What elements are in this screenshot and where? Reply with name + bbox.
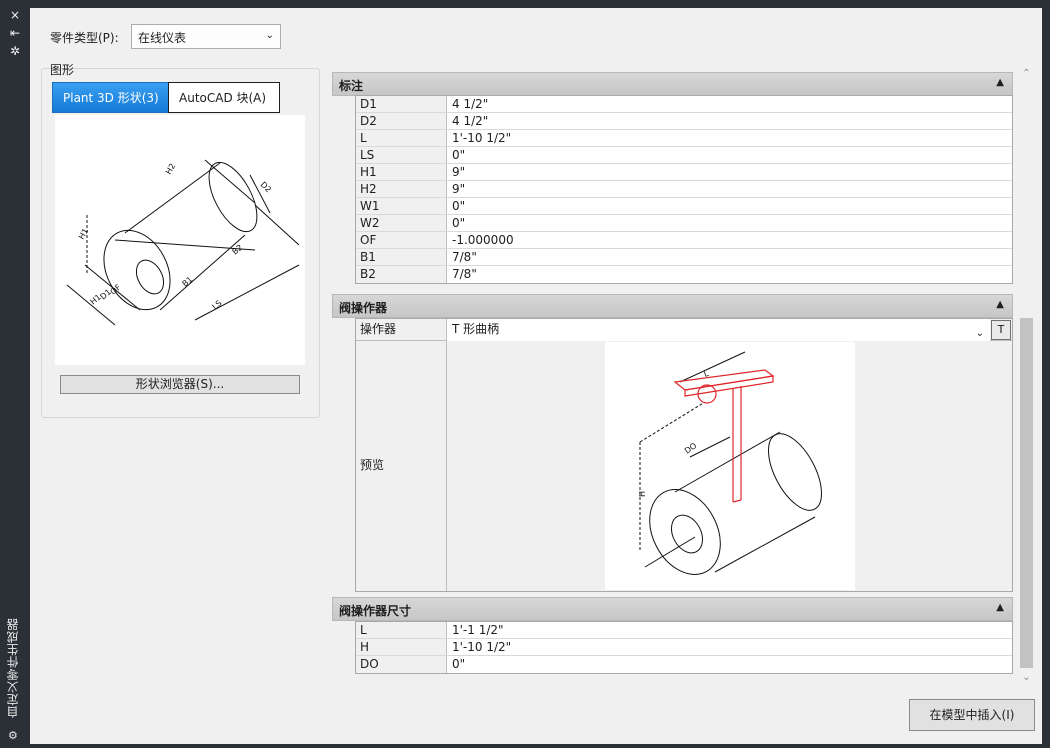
table-row: H2 9" xyxy=(356,181,1012,198)
part-type-label: 零件类型(P): xyxy=(50,31,119,45)
actuator-dims-table: L 1'-1 1/2" H 1'-10 1/2" DO 0" xyxy=(355,621,1013,674)
shape-browser-button[interactable]: 形状浏览器(S)... xyxy=(60,375,300,394)
table-row: W1 0" xyxy=(356,198,1012,215)
scroll-up-icon[interactable]: ⌃ xyxy=(1018,68,1035,84)
property-value[interactable]: 0" xyxy=(447,147,1012,163)
chevron-down-icon: ⌄ xyxy=(265,30,274,41)
property-value[interactable]: 0" xyxy=(447,198,1012,214)
t-handle-icon: T xyxy=(997,323,1005,336)
table-row: L 1'-1 1/2" xyxy=(356,622,1012,639)
auto-hide-icon[interactable]: ⇤ xyxy=(8,26,22,40)
property-name: L xyxy=(356,622,447,638)
right-border xyxy=(1042,0,1050,748)
actuator-header[interactable]: 阀操作器 ▲ xyxy=(332,294,1013,318)
property-value[interactable]: 1'-10 1/2" xyxy=(447,130,1012,146)
property-value[interactable]: 0" xyxy=(447,656,1012,673)
close-icon[interactable]: × xyxy=(8,8,22,22)
dimensions-title: 标注 xyxy=(339,79,364,93)
palette-menu-icon[interactable]: ⚙ xyxy=(8,729,18,742)
svg-text:H2: H2 xyxy=(164,162,177,176)
properties-icon[interactable]: ✲ xyxy=(8,44,22,58)
property-value[interactable]: 7/8" xyxy=(447,266,1012,283)
palette-title-bar: × ⇤ ✲ 自定义零件生成器 ⚙ xyxy=(0,0,30,748)
svg-text:B2: B2 xyxy=(231,243,245,257)
dimensions-table: D1 4 1/2" D2 4 1/2" L 1'-10 1/2" LS 0" H1 9" H2 9" W… xyxy=(355,95,1013,284)
property-value[interactable]: 0" xyxy=(447,215,1012,231)
svg-text:B1: B1 xyxy=(181,275,195,289)
actuator-picker-button[interactable]: T xyxy=(991,320,1011,340)
part-type-select[interactable]: 在线仪表 ⌄ xyxy=(131,24,281,49)
property-value[interactable]: -1.000000 xyxy=(447,232,1012,248)
operator-value: T 形曲柄 xyxy=(452,322,500,336)
top-border xyxy=(30,0,1050,8)
property-value[interactable]: 1'-10 1/2" xyxy=(447,639,1012,655)
property-name: W1 xyxy=(356,198,447,214)
table-row: B1 7/8" xyxy=(356,249,1012,266)
actuator-table: 操作器 T 形曲柄 ⌄ T 预览 L H DO xyxy=(355,318,1013,592)
property-name: H1 xyxy=(356,164,447,180)
dimensions-header[interactable]: 标注 ▲ xyxy=(332,72,1013,96)
scroll-thumb[interactable] xyxy=(1020,318,1033,668)
property-name: W2 xyxy=(356,215,447,231)
table-row: D2 4 1/2" xyxy=(356,113,1012,130)
collapse-icon[interactable]: ▲ xyxy=(996,299,1004,310)
collapse-icon[interactable]: ▲ xyxy=(996,77,1004,88)
property-name: H2 xyxy=(356,181,447,197)
actuator-dims-header[interactable]: 阀操作器尺寸 ▲ xyxy=(332,597,1013,621)
property-name: D1 xyxy=(356,96,447,112)
insert-in-model-button[interactable]: 在模型中插入(I) xyxy=(909,699,1035,731)
actuator-title: 阀操作器 xyxy=(339,301,388,315)
graphics-group-label: 图形 xyxy=(50,63,75,77)
table-row: H1 9" xyxy=(356,164,1012,181)
property-name: H xyxy=(356,639,447,655)
shape-drawing: H1 H2 D2 B2 B1 LS H1 D1 OF xyxy=(66,159,300,326)
svg-text:H: H xyxy=(638,491,647,497)
svg-text:D2: D2 xyxy=(259,180,273,194)
shape-preview: H1 H2 D2 B2 B1 LS H1 D1 OF xyxy=(55,115,305,365)
preview-label: 预览 xyxy=(360,458,385,472)
property-value[interactable]: 9" xyxy=(447,164,1012,180)
property-name: LS xyxy=(356,147,447,163)
property-value[interactable]: 4 1/2" xyxy=(447,113,1012,129)
bottom-border xyxy=(30,744,1050,748)
palette-title: 自定义零件生成器 xyxy=(6,618,20,718)
collapse-icon[interactable]: ▲ xyxy=(996,602,1004,613)
table-row: H 1'-10 1/2" xyxy=(356,639,1012,656)
actuator-dims-title: 阀操作器尺寸 xyxy=(339,604,412,618)
chevron-down-icon: ⌄ xyxy=(975,328,984,339)
table-row: B2 7/8" xyxy=(356,266,1012,283)
svg-text:L: L xyxy=(703,369,711,379)
preview-label-cell: 预览 xyxy=(356,341,447,591)
svg-text:H1: H1 xyxy=(77,227,90,241)
table-row: LS 0" xyxy=(356,147,1012,164)
table-row: L 1'-10 1/2" xyxy=(356,130,1012,147)
table-row: D1 4 1/2" xyxy=(356,96,1012,113)
actuator-drawing: L H DO xyxy=(638,351,822,575)
property-name: DO xyxy=(356,656,447,673)
property-value[interactable]: 4 1/2" xyxy=(447,96,1012,112)
part-type-value: 在线仪表 xyxy=(138,31,187,45)
operator-row: 操作器 T 形曲柄 ⌄ T xyxy=(356,319,1012,341)
table-row: DO 0" xyxy=(356,656,1012,673)
actuator-preview: L H DO xyxy=(605,342,855,590)
table-row: W2 0" xyxy=(356,215,1012,232)
scroll-down-icon[interactable]: ⌄ xyxy=(1018,672,1035,688)
scrollbar[interactable]: ⌃ ⌄ xyxy=(1018,68,1035,688)
property-name: B2 xyxy=(356,266,447,283)
property-value[interactable]: 1'-1 1/2" xyxy=(447,622,1012,638)
property-value[interactable]: 7/8" xyxy=(447,249,1012,265)
table-row: OF -1.000000 xyxy=(356,232,1012,249)
tab-plant3d-shape[interactable]: Plant 3D 形状(3) xyxy=(52,82,169,113)
tab-autocad-block[interactable]: AutoCAD 块(A) xyxy=(168,82,280,113)
property-value[interactable]: 9" xyxy=(447,181,1012,197)
svg-text:LS: LS xyxy=(211,299,224,312)
property-name: L xyxy=(356,130,447,146)
property-name: OF xyxy=(356,232,447,248)
property-name: B1 xyxy=(356,249,447,265)
operator-select[interactable]: T 形曲柄 ⌄ xyxy=(447,319,990,341)
operator-label: 操作器 xyxy=(356,319,447,341)
property-name: D2 xyxy=(356,113,447,129)
